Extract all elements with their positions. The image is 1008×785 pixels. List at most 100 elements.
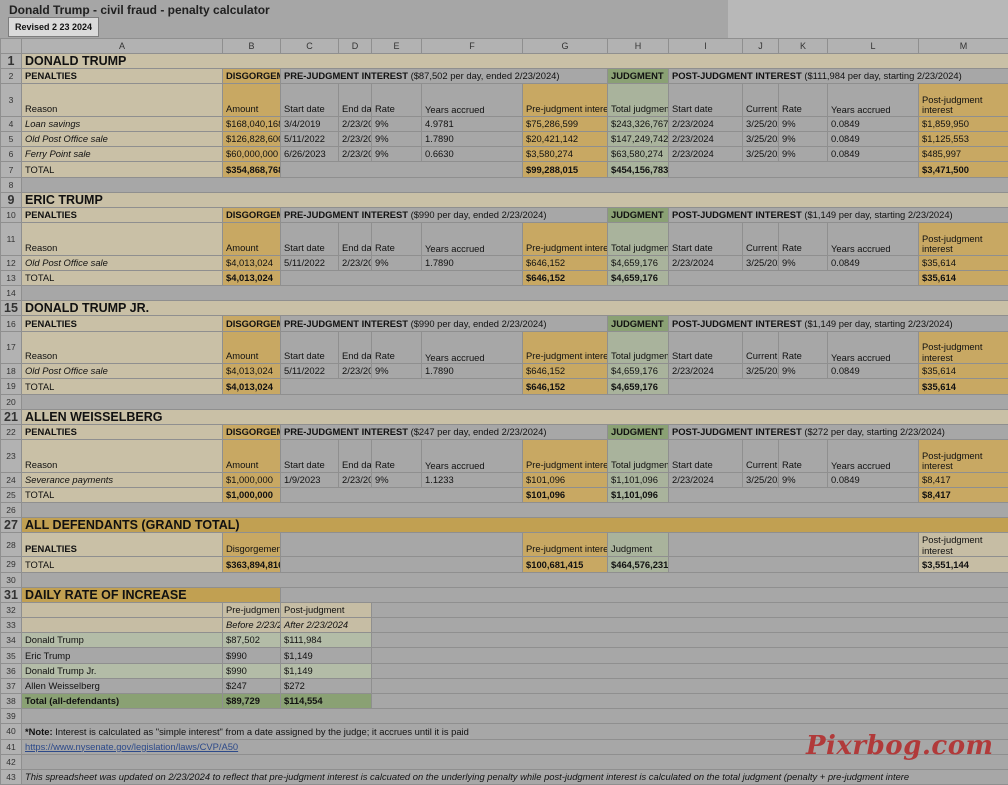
section-title[interactable]: ALLEN WEISSELBERG: [22, 409, 1008, 424]
pre-interest-cell[interactable]: $646,152: [523, 364, 608, 379]
rate-cell[interactable]: 9%: [372, 255, 422, 270]
cell[interactable]: End date: [339, 440, 372, 473]
cell[interactable]: Rate: [372, 331, 422, 364]
post-interest-header[interactable]: POST-JUDGMENT INTEREST ($111,984 per day…: [669, 69, 1008, 84]
pre-interest-cell[interactable]: $3,580,274: [523, 147, 608, 162]
post-start-cell[interactable]: 2/23/2024: [669, 132, 743, 147]
cell[interactable]: [669, 533, 919, 557]
post-rate[interactable]: $1,149: [281, 663, 372, 678]
start-date-cell[interactable]: 5/11/2022: [281, 132, 339, 147]
grand-judgment[interactable]: $464,576,231: [608, 557, 669, 572]
row-number[interactable]: 36: [1, 663, 22, 678]
penalties-header[interactable]: PENALTIES: [22, 208, 223, 223]
column-header-j[interactable]: J: [743, 39, 779, 54]
row-number[interactable]: 43: [1, 769, 22, 784]
cell[interactable]: Current date: [743, 440, 779, 473]
pre-interest-header[interactable]: PRE-JUDGMENT INTEREST ($990 per day, end…: [281, 316, 608, 331]
disgorgement-header[interactable]: DISGORGEMENT: [223, 424, 281, 439]
row-number[interactable]: 15: [1, 301, 22, 316]
total-pre-rate[interactable]: $89,729: [223, 694, 281, 709]
post-years-cell[interactable]: 0.0849: [828, 147, 919, 162]
judgment-cell[interactable]: $63,580,274: [608, 147, 669, 162]
cell[interactable]: [372, 678, 1008, 693]
row-number[interactable]: 24: [1, 472, 22, 487]
total-post-cell[interactable]: $35,614: [919, 270, 1008, 285]
total-label[interactable]: TOTAL: [22, 379, 223, 394]
current-date-cell[interactable]: 3/25/2024: [743, 116, 779, 131]
post-years-cell[interactable]: 0.0849: [828, 132, 919, 147]
cell[interactable]: Post-judgment interest: [919, 331, 1008, 364]
cell[interactable]: [281, 270, 523, 285]
current-date-cell[interactable]: 3/25/2024: [743, 472, 779, 487]
row-number[interactable]: 23: [1, 440, 22, 473]
amount-label[interactable]: Amount: [223, 223, 281, 256]
cell[interactable]: [669, 270, 919, 285]
defendant-name[interactable]: Allen Weisselberg: [22, 678, 223, 693]
current-date-cell[interactable]: 3/25/2024: [743, 132, 779, 147]
total-pre-cell[interactable]: $101,096: [523, 487, 608, 502]
pre-interest-header[interactable]: PRE-JUDGMENT INTEREST ($247 per day, end…: [281, 424, 608, 439]
reason-label[interactable]: Reason: [22, 223, 223, 256]
daily-rate-title[interactable]: DAILY RATE OF INCREASE: [22, 587, 281, 602]
current-date-cell[interactable]: 3/25/2024: [743, 255, 779, 270]
post-interest-cell[interactable]: $8,417: [919, 472, 1008, 487]
judgment-cell[interactable]: $1,101,096: [608, 472, 669, 487]
penalties-header[interactable]: PENALTIES: [22, 424, 223, 439]
cell[interactable]: Total judgment: [608, 84, 669, 117]
total-label[interactable]: TOTAL: [22, 270, 223, 285]
pre-interest-cell[interactable]: $101,096: [523, 472, 608, 487]
column-header-e[interactable]: E: [372, 39, 422, 54]
post-rate-cell[interactable]: 9%: [779, 255, 828, 270]
disgorgement-header[interactable]: DISGORGEMENT: [223, 69, 281, 84]
post-interest-cell[interactable]: $1,125,553: [919, 132, 1008, 147]
cell[interactable]: [281, 557, 523, 572]
pre-interest-cell[interactable]: $20,421,142: [523, 132, 608, 147]
cell[interactable]: Total judgment: [608, 440, 669, 473]
column-header-f[interactable]: F: [422, 39, 523, 54]
cell[interactable]: Rate: [372, 223, 422, 256]
cell[interactable]: [372, 694, 1008, 709]
post-interest-cell[interactable]: $35,614: [919, 255, 1008, 270]
post-rate-cell[interactable]: 9%: [779, 472, 828, 487]
row-number[interactable]: 11: [1, 223, 22, 256]
cell[interactable]: [372, 648, 1008, 663]
cell[interactable]: Years accrued: [422, 84, 523, 117]
cell[interactable]: Pre-judgment interest: [523, 223, 608, 256]
total-amount-cell[interactable]: $354,868,768: [223, 162, 281, 177]
cell[interactable]: Post-judgment interest: [919, 440, 1008, 473]
total-judgment-cell[interactable]: $4,659,176: [608, 270, 669, 285]
row-number[interactable]: 3: [1, 84, 22, 117]
pre-interest-header[interactable]: PRE-JUDGMENT INTEREST ($87,502 per day, …: [281, 69, 608, 84]
total-post-cell[interactable]: $3,471,500: [919, 162, 1008, 177]
row-number[interactable]: 20: [1, 394, 22, 409]
cell[interactable]: [22, 177, 1008, 192]
cell[interactable]: [669, 162, 919, 177]
cell[interactable]: [281, 587, 1008, 602]
cell[interactable]: [281, 487, 523, 502]
judgment-header[interactable]: JUDGMENT: [608, 208, 669, 223]
judgment-header[interactable]: JUDGMENT: [608, 424, 669, 439]
disgorgement-header[interactable]: DISGORGEMENT: [223, 208, 281, 223]
cell[interactable]: Total judgment: [608, 223, 669, 256]
reason-cell[interactable]: Old Post Office sale: [22, 364, 223, 379]
column-header-b[interactable]: B: [223, 39, 281, 54]
cell[interactable]: [669, 487, 919, 502]
cell[interactable]: Start date: [669, 223, 743, 256]
cell[interactable]: End date: [339, 331, 372, 364]
row-number[interactable]: 33: [1, 618, 22, 633]
row-number[interactable]: 30: [1, 572, 22, 587]
cell[interactable]: Rate: [779, 223, 828, 256]
post-start-cell[interactable]: 2/23/2024: [669, 472, 743, 487]
total-pre-cell[interactable]: $646,152: [523, 270, 608, 285]
years-cell[interactable]: 4.9781: [422, 116, 523, 131]
cell[interactable]: Current date: [743, 331, 779, 364]
column-header-g[interactable]: G: [523, 39, 608, 54]
pre-rate[interactable]: $990: [223, 663, 281, 678]
amount-cell[interactable]: $4,013,024: [223, 255, 281, 270]
row-number[interactable]: 4: [1, 116, 22, 131]
cell[interactable]: Pre-judgment interest: [523, 440, 608, 473]
start-date-cell[interactable]: 6/26/2023: [281, 147, 339, 162]
row-number[interactable]: 5: [1, 132, 22, 147]
cell[interactable]: Pre-judgment interest: [523, 84, 608, 117]
grand-pre[interactable]: $100,681,415: [523, 557, 608, 572]
